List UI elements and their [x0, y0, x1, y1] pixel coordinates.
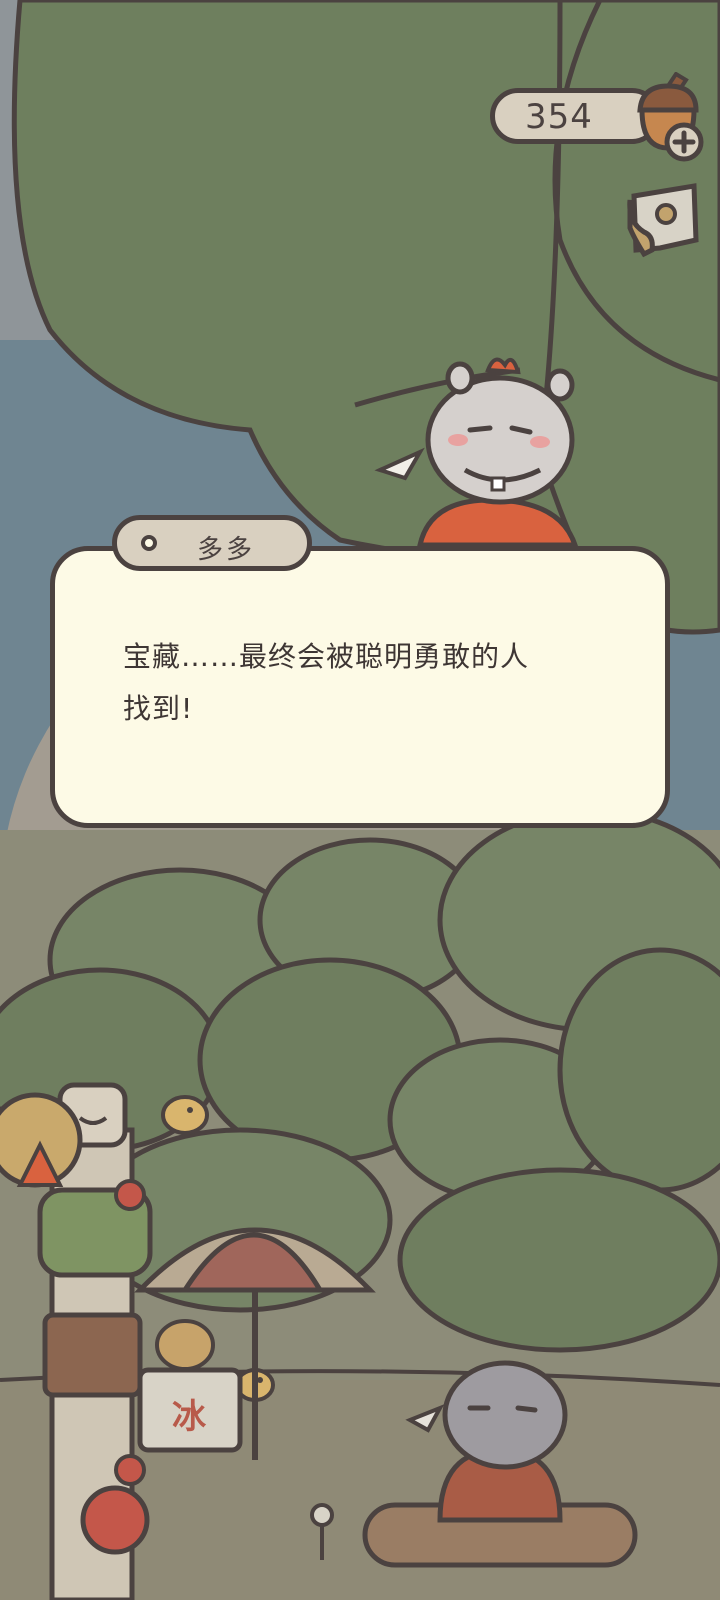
dialog-box[interactable]: 宝藏……最终会被聪明勇敢的人 找到! — [50, 546, 670, 828]
dialog-line-1: 宝藏……最终会被聪明勇敢的人 — [123, 640, 530, 673]
speaker-dot-icon — [141, 535, 157, 551]
dialog-text: 宝藏……最终会被聪明勇敢的人 找到! — [123, 631, 623, 735]
stand-sign-text: 冰 — [172, 1397, 207, 1437]
speaker-name-tab: 多多 — [112, 515, 312, 571]
dialog-line-2: 找到! — [123, 692, 194, 725]
acorn-count-text: 354 — [525, 97, 593, 137]
map-icon[interactable] — [620, 178, 704, 262]
small-bird-1 — [161, 1095, 209, 1135]
speaker-name: 多多 — [197, 535, 256, 565]
acorn-plus-icon[interactable] — [628, 71, 708, 164]
